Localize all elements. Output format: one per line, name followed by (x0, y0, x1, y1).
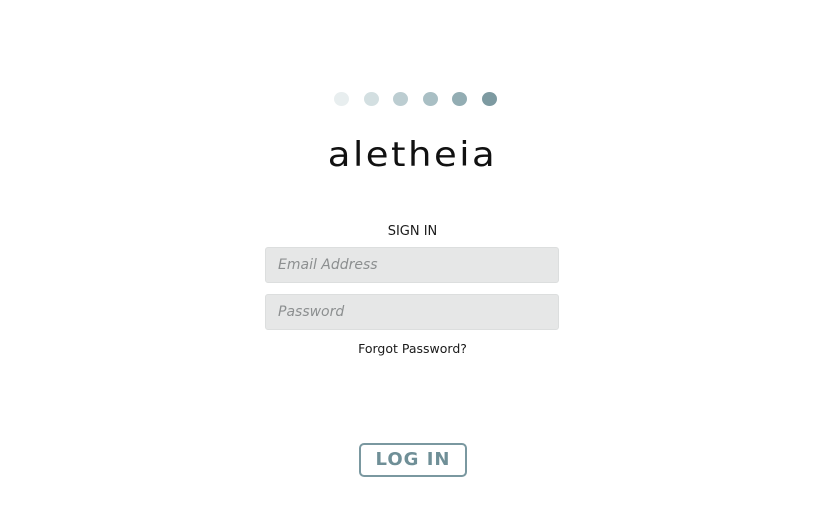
brand-logo-text: aletheia (327, 134, 498, 175)
logo-dot (363, 92, 379, 106)
logo-dot (422, 92, 438, 106)
login-screen: aletheia SIGN IN Forgot Password? LOG IN (0, 0, 825, 525)
logo-dot (452, 92, 468, 106)
logo-dot (481, 92, 497, 106)
sign-in-heading: SIGN IN (387, 224, 438, 239)
password-field[interactable] (265, 294, 559, 330)
log-in-button[interactable]: LOG IN (359, 443, 467, 477)
logo-dot (334, 92, 349, 106)
logo-dot (393, 92, 409, 106)
email-field[interactable] (265, 247, 559, 283)
forgot-password-link[interactable]: Forgot Password? (0, 341, 825, 357)
logo-dots (334, 92, 504, 106)
